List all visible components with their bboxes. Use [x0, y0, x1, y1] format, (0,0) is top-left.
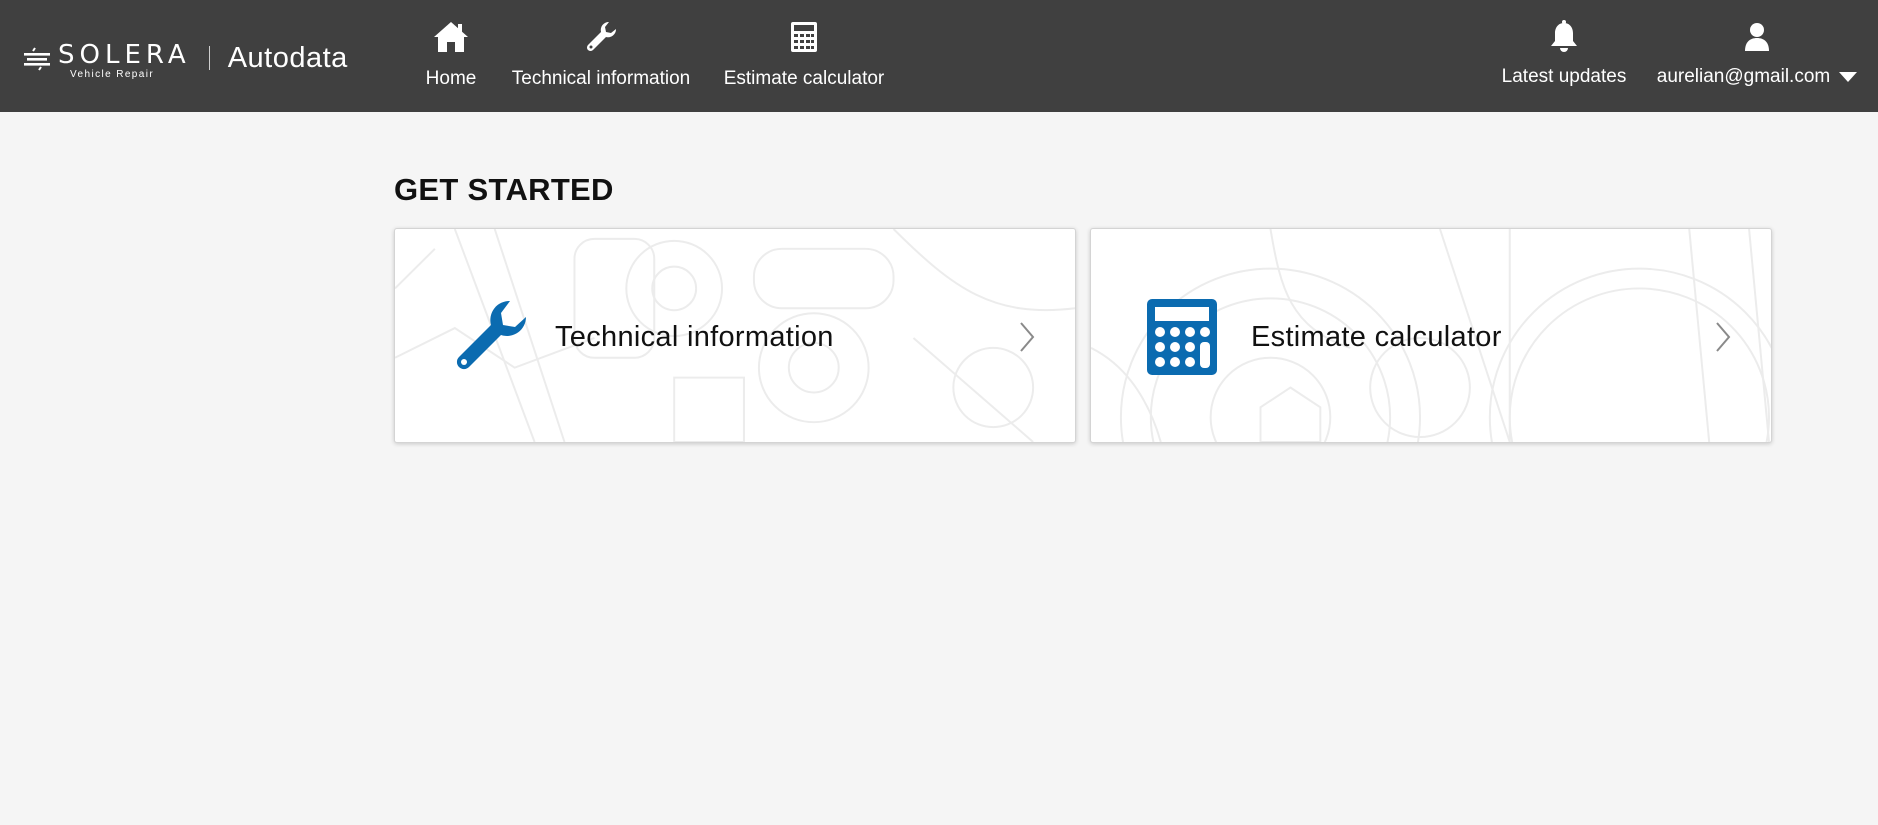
- card-technical-information-label: Technical information: [555, 321, 834, 353]
- calculator-icon: [1147, 299, 1217, 375]
- logo-product-name: Autodata: [227, 42, 348, 74]
- calculator-icon: [790, 20, 818, 54]
- logo-tagline: Vehicle Repair: [70, 69, 155, 80]
- caret-down-icon[interactable]: [1839, 72, 1858, 82]
- logo-brand-text: SOLERA: [58, 40, 191, 70]
- nav-home-label: Home: [425, 68, 477, 89]
- card-estimate-calculator[interactable]: Estimate calculator: [1090, 228, 1772, 443]
- user-email: aurelian@gmail.com: [1656, 66, 1831, 87]
- solera-autodata-logo[interactable]: SOLERA Vehicle Repair Autodata: [24, 40, 348, 84]
- nav-technical-information-label: Technical information: [511, 68, 691, 89]
- logo-separator: [208, 46, 210, 70]
- nav-estimate-calculator-label: Estimate calculator: [723, 68, 885, 89]
- user-icon: [1743, 20, 1771, 54]
- chevron-right-icon: [1020, 322, 1035, 352]
- wrench-icon: [585, 20, 617, 54]
- top-navigation-bar: SOLERA Vehicle Repair Autodata Home Tech…: [0, 0, 1878, 112]
- home-icon: [432, 20, 470, 54]
- nav-technical-information[interactable]: Technical information: [508, 0, 694, 112]
- nav-home[interactable]: Home: [415, 0, 487, 112]
- user-account-row: aurelian@gmail.com: [1656, 66, 1858, 88]
- card-technical-information[interactable]: Technical information: [394, 228, 1076, 443]
- chevron-right-icon: [1716, 322, 1731, 352]
- nav-estimate-calculator[interactable]: Estimate calculator: [720, 0, 888, 112]
- page-title: GET STARTED: [394, 172, 614, 207]
- user-account-menu[interactable]: aurelian@gmail.com: [1652, 0, 1862, 112]
- nav-latest-updates-label: Latest updates: [1501, 66, 1627, 87]
- bell-icon: [1549, 20, 1579, 54]
- solera-logo-mark-icon: [24, 47, 50, 71]
- wrench-icon: [456, 300, 526, 370]
- card-estimate-calculator-label: Estimate calculator: [1251, 321, 1502, 353]
- nav-latest-updates[interactable]: Latest updates: [1496, 0, 1632, 112]
